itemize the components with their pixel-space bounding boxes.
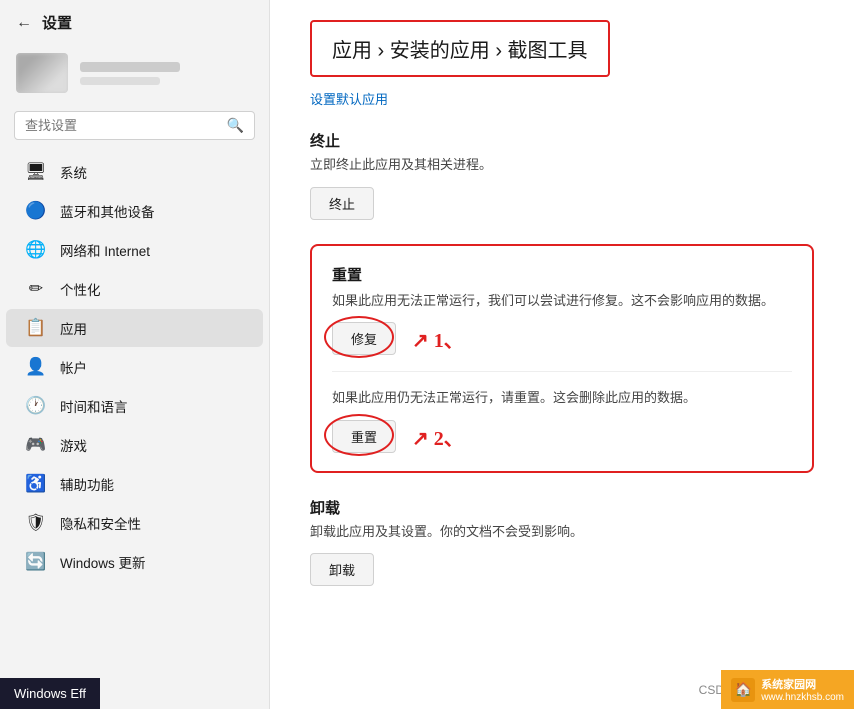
personalization-icon: ✏ — [26, 279, 46, 299]
sidebar-nav: 🖥 系统 🔵 蓝牙和其他设备 🌐 网络和 Internet ✏ 个性化 📋 应用… — [0, 150, 269, 709]
sidebar-title: 设置 — [42, 12, 72, 33]
sidebar-label-apps: 应用 — [60, 318, 87, 338]
search-icon: 🔍 — [227, 117, 244, 134]
reset-row: 重置 ↗ 2、 — [332, 420, 792, 453]
accessibility-icon: ♿ — [26, 474, 46, 494]
terminate-title: 终止 — [310, 130, 814, 151]
network-icon: 🌐 — [26, 240, 46, 260]
watermark-site-url: www.hnzkhsb.com — [761, 692, 844, 703]
sidebar-item-time[interactable]: 🕐 时间和语言 — [6, 387, 263, 425]
set-default-link[interactable]: 设置默认应用 — [310, 89, 814, 108]
reset-button-wrapper: 重置 — [332, 420, 396, 453]
bluetooth-icon: 🔵 — [26, 201, 46, 221]
sidebar-item-network[interactable]: 🌐 网络和 Internet — [6, 231, 263, 269]
reset-desc: 如果此应用仍无法正常运行，请重置。这会删除此应用的数据。 — [332, 388, 792, 408]
user-info — [80, 62, 253, 85]
sidebar-header: ← 设置 — [0, 0, 269, 45]
sidebar-label-privacy: 隐私和安全性 — [60, 513, 141, 533]
uninstall-button[interactable]: 卸载 — [310, 553, 374, 586]
breadcrumb-box: 应用 › 安装的应用 › 截图工具 — [310, 20, 610, 77]
sidebar-label-windows-update: Windows 更新 — [60, 552, 146, 572]
repair-desc: 如果此应用无法正常运行，我们可以尝试进行修复。这不会影响应用的数据。 — [332, 291, 792, 311]
repair-row: 修复 ↗ 1、 — [332, 322, 792, 355]
breadcrumb: 应用 › 安装的应用 › 截图工具 — [332, 40, 588, 62]
search-box[interactable]: 🔍 — [14, 111, 255, 140]
user-name-placeholder — [80, 62, 180, 72]
sidebar: ← 设置 🔍 🖥 系统 🔵 蓝牙和其他设备 🌐 网络和 Internet ✏ 个… — [0, 0, 270, 709]
sidebar-item-privacy[interactable]: 🛡 隐私和安全性 — [6, 504, 263, 542]
sidebar-item-gaming[interactable]: 🎮 游戏 — [6, 426, 263, 464]
sidebar-item-accounts[interactable]: 👤 帐户 — [6, 348, 263, 386]
sidebar-item-accessibility[interactable]: ♿ 辅助功能 — [6, 465, 263, 503]
reset-button[interactable]: 重置 — [332, 420, 396, 453]
uninstall-title: 卸载 — [310, 497, 814, 518]
uninstall-desc: 卸载此应用及其设置。你的文档不会受到影响。 — [310, 522, 814, 542]
gaming-icon: 🎮 — [26, 435, 46, 455]
sidebar-label-gaming: 游戏 — [60, 435, 87, 455]
accounts-icon: 👤 — [26, 357, 46, 377]
sidebar-item-system[interactable]: 🖥 系统 — [6, 153, 263, 191]
uninstall-section: 卸载 卸载此应用及其设置。你的文档不会受到影响。 卸载 — [310, 497, 814, 587]
csd-label: CSD — [699, 683, 724, 697]
windows-update-icon: 🔄 — [26, 552, 46, 572]
sidebar-label-personalization: 个性化 — [60, 279, 101, 299]
reset-section-title: 重置 — [332, 264, 792, 285]
user-area — [0, 45, 269, 105]
time-icon: 🕐 — [26, 396, 46, 416]
back-button[interactable]: ← — [16, 14, 32, 32]
repair-button[interactable]: 修复 — [332, 322, 396, 355]
main-content: 应用 › 安装的应用 › 截图工具 设置默认应用 终止 立即终止此应用及其相关进… — [270, 0, 854, 709]
sidebar-label-network: 网络和 Internet — [60, 240, 150, 260]
sidebar-item-windows-update[interactable]: 🔄 Windows 更新 — [6, 543, 263, 581]
search-input[interactable] — [25, 118, 219, 133]
sidebar-label-system: 系统 — [60, 162, 87, 182]
reset-subsection: 如果此应用仍无法正常运行，请重置。这会删除此应用的数据。 重置 ↗ 2、 — [332, 371, 792, 453]
terminate-button[interactable]: 终止 — [310, 187, 374, 220]
watermark: 🏠 系统家园网 www.hnzkhsb.com — [721, 670, 854, 709]
watermark-icon: 🏠 — [731, 678, 755, 702]
repair-button-wrapper: 修复 — [332, 322, 396, 355]
windows-eff-label: Windows Eff — [0, 678, 100, 709]
sidebar-item-personalization[interactable]: ✏ 个性化 — [6, 270, 263, 308]
repair-subsection: 如果此应用无法正常运行，我们可以尝试进行修复。这不会影响应用的数据。 修复 ↗ … — [332, 291, 792, 356]
terminate-section: 终止 立即终止此应用及其相关进程。 终止 — [310, 130, 814, 220]
sidebar-label-time: 时间和语言 — [60, 396, 128, 416]
watermark-site-name: 系统家园网 — [761, 676, 844, 692]
repair-arrow-annotation: ↗ 1、 — [412, 324, 464, 353]
apps-icon: 📋 — [26, 318, 46, 338]
avatar — [16, 53, 68, 93]
reset-arrow-annotation: ↗ 2、 — [412, 422, 464, 451]
reset-box: 重置 如果此应用无法正常运行，我们可以尝试进行修复。这不会影响应用的数据。 修复… — [310, 244, 814, 473]
sidebar-label-accounts: 帐户 — [60, 357, 87, 377]
sidebar-label-bluetooth: 蓝牙和其他设备 — [60, 201, 155, 221]
privacy-icon: 🛡 — [26, 513, 46, 533]
sidebar-label-accessibility: 辅助功能 — [60, 474, 114, 494]
system-icon: 🖥 — [26, 162, 46, 182]
watermark-text: 系统家园网 www.hnzkhsb.com — [761, 676, 844, 703]
sidebar-item-apps[interactable]: 📋 应用 — [6, 309, 263, 347]
terminate-desc: 立即终止此应用及其相关进程。 — [310, 155, 814, 175]
user-sub-placeholder — [80, 77, 160, 85]
sidebar-item-bluetooth[interactable]: 🔵 蓝牙和其他设备 — [6, 192, 263, 230]
